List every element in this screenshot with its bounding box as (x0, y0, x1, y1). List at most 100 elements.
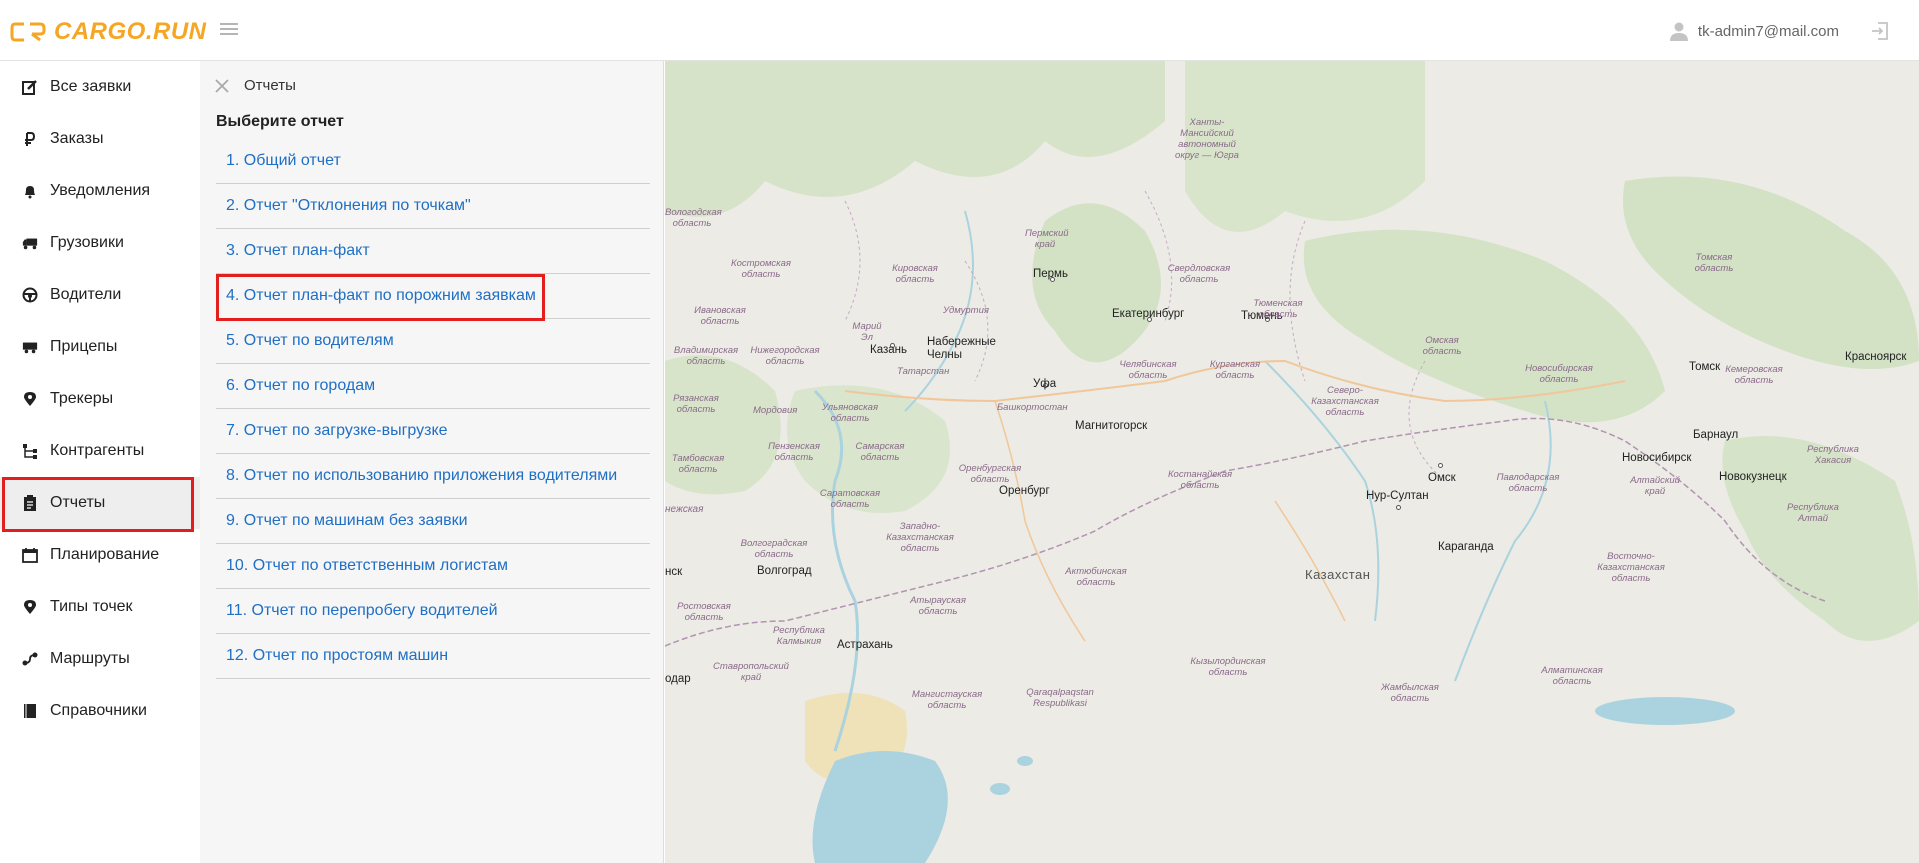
map-region-label: Оренбургская область (958, 463, 1022, 485)
sidebar-item-drivers[interactable]: Водители (0, 269, 200, 321)
map-region-label: Пензенская область (768, 441, 820, 463)
sidebar-item-label: Типы точек (50, 598, 133, 615)
map-city-label: Омск (1428, 472, 1456, 484)
map-region-label: Ульяновская область (821, 402, 879, 424)
calendar-icon (22, 547, 38, 563)
logo-text: CARGO.RUN (54, 18, 207, 45)
map-region-label: Костанайская область (1167, 469, 1233, 491)
sidebar-item-routes[interactable]: Маршруты (0, 633, 200, 685)
map-region-label: Ставропольский край (713, 661, 789, 683)
book-icon (22, 703, 38, 719)
map-city-label: Астрахань (837, 639, 893, 651)
sidebar-item-all-requests[interactable]: Все заявки (0, 61, 200, 113)
report-link[interactable]: 2. Отчет "Отклонения по точкам" (216, 184, 650, 229)
sidebar-item-trackers[interactable]: Трекеры (0, 373, 200, 425)
logout-icon[interactable] (1869, 20, 1891, 42)
map-region-label: Нижегородская область (750, 345, 820, 367)
map-city-label: Казань (870, 344, 907, 356)
map-region-label: Алтайский край (1630, 475, 1680, 497)
map-city-label: Новосибирск (1622, 452, 1692, 464)
map-region-label: Северо-Казахстанская область (1311, 385, 1379, 418)
trailer-icon (22, 339, 38, 355)
map-region-label: Атырауская область (910, 595, 966, 617)
clipboard-icon (22, 495, 38, 511)
map-city-label: Екатеринбург (1112, 308, 1185, 320)
sidebar-item-point-types[interactable]: Типы точек (0, 581, 200, 633)
sidebar-item-label: Отчеты (50, 494, 106, 511)
map-region-label: Пермский край (1025, 228, 1069, 250)
map-region-label: Мангистауская область (911, 689, 983, 711)
logo[interactable]: CARGO.RUN (10, 18, 207, 46)
map-region-label: Самарская область (855, 441, 905, 463)
map-region-label: Кызылординская область (1190, 656, 1266, 678)
report-link[interactable]: 11. Отчет по перепробегу водителей (216, 589, 650, 634)
map-region-label: Удмуртия (943, 305, 989, 316)
city-marker (1438, 463, 1443, 468)
sidebar-item-label: Справочники (50, 702, 147, 719)
map-city-label: Набережные Челны (927, 336, 996, 361)
route-icon (22, 651, 38, 667)
steering-wheel-icon (22, 287, 38, 303)
map-city-label: Караганда (1438, 541, 1494, 553)
user-menu[interactable]: tk-admin7@mail.com (1668, 20, 1839, 42)
report-link[interactable]: 12. Отчет по простоям машин (216, 634, 650, 679)
logo-icon (10, 22, 46, 42)
map-edge-label: нск (665, 566, 683, 578)
report-list: 1. Общий отчет 2. Отчет "Отклонения по т… (216, 139, 650, 679)
map-region-label: Qaraqalpaqstan Respublikasi (1026, 687, 1094, 709)
sidebar-item-label: Водители (50, 286, 122, 303)
map-region-label: Алматинская область (1541, 665, 1603, 687)
map-city-label: Красноярск (1845, 351, 1907, 363)
sidebar-item-references[interactable]: Справочники (0, 685, 200, 737)
sidebar-item-label: Прицепы (50, 338, 118, 355)
map-region-label: Томская область (1694, 252, 1734, 274)
sidebar-item-notifications[interactable]: Уведомления (0, 165, 200, 217)
map-region-label: Республика Алтай (1787, 502, 1839, 524)
map-region-label: Омская область (1422, 335, 1462, 357)
report-link[interactable]: 8. Отчет по использованию приложения вод… (216, 454, 650, 499)
report-link[interactable]: 4. Отчет план-факт по порожним заявкам (216, 274, 650, 319)
map-city-label: Уфа (1033, 378, 1057, 390)
report-link[interactable]: 10. Отчет по ответственным логистам (216, 544, 650, 589)
panel-title: Отчеты (244, 77, 296, 94)
sidebar-item-reports[interactable]: Отчеты (0, 477, 200, 529)
map-region-label: Восточно-Казахстанская область (1597, 551, 1665, 584)
sidebar-item-trucks[interactable]: Грузовики (0, 217, 200, 269)
map-region-label: Тамбовская область (671, 453, 725, 475)
map-region-label: Кемеровская область (1725, 364, 1783, 386)
truck-icon (22, 235, 38, 251)
bell-icon (22, 183, 38, 199)
map-region-label: Саратовская область (819, 488, 881, 510)
report-link[interactable]: 1. Общий отчет (216, 139, 650, 184)
map-view[interactable]: Пермь Екатеринбург Тюмень Казань Набереж… (665, 61, 1919, 863)
report-link[interactable]: 5. Отчет по водителям (216, 319, 650, 364)
report-link[interactable]: 7. Отчет по загрузке-выгрузке (216, 409, 650, 454)
map-region-label: Татарстан (897, 366, 950, 377)
map-region-label: Марий Эл (852, 321, 882, 343)
sidebar-item-trailers[interactable]: Прицепы (0, 321, 200, 373)
user-email: tk-admin7@mail.com (1697, 22, 1839, 40)
map-region-label: Мордовия (753, 405, 798, 416)
report-link[interactable]: 3. Отчет план-факт (216, 229, 650, 274)
map-region-label: Республика Хакасия (1807, 444, 1859, 466)
sidebar-item-label: Грузовики (50, 234, 124, 251)
map-region-label: Новосибирская область (1525, 363, 1593, 385)
sidebar-item-planning[interactable]: Планирование (0, 529, 200, 581)
report-link[interactable]: 9. Отчет по машинам без заявки (216, 499, 650, 544)
sidebar-item-label: Маршруты (50, 650, 130, 667)
sidebar-item-orders[interactable]: Заказы (0, 113, 200, 165)
edit-icon (22, 79, 38, 95)
menu-toggle-icon[interactable] (218, 20, 240, 42)
user-icon (1669, 22, 1688, 41)
map-city-label: Барнаул (1693, 429, 1739, 441)
map-city-label: Пермь (1033, 268, 1068, 280)
close-icon[interactable] (214, 78, 230, 94)
sidebar-item-counterparties[interactable]: Контрагенты (0, 425, 200, 477)
map-region-label: Тюменская область (1253, 298, 1303, 320)
map-region-label: Актюбинская область (1065, 566, 1127, 588)
map-region-label: Павлодарская область (1496, 472, 1560, 494)
map-region-label: Кировская область (892, 263, 938, 285)
panel-header: Отчеты (214, 77, 296, 94)
sidebar: Все заявки Заказы Уведомления Грузовики … (0, 61, 200, 863)
report-link[interactable]: 6. Отчет по городам (216, 364, 650, 409)
